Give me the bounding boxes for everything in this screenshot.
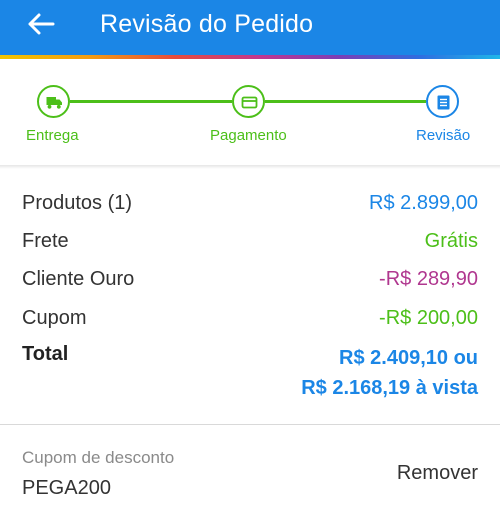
coupon-label: Cupom [22,307,87,329]
coupon-value: -R$ 200,00 [379,307,478,329]
truck-icon [46,97,62,109]
summary-row-coupon: Cupom -R$ 200,00 [22,307,478,335]
step-label-pagamento: Pagamento [210,127,287,144]
stepper-line-done [265,100,426,103]
summary-row-shipping: Frete Grátis [22,230,478,258]
summary-row-products: Produtos (1) R$ 2.899,00 [22,192,478,220]
shipping-value: Grátis [424,230,478,252]
summary-row-gold-client: Cliente Ouro -R$ 289,90 [22,268,478,296]
stepper-shadow [0,165,500,169]
shipping-label: Frete [22,230,69,252]
total-installment-price: R$ 2.409,10 ou [339,347,478,369]
arrow-left-icon [28,13,55,35]
total-cash-price: R$ 2.168,19 à vista [301,377,478,399]
checkout-stepper: Entrega Pagamento Revisão [0,59,500,165]
total-label: Total [22,343,69,365]
section-divider [0,424,500,425]
products-label: Produtos (1) [22,192,133,214]
step-pagamento[interactable] [232,85,265,118]
discount-coupon-code: PEGA200 [22,477,111,499]
step-revisao[interactable] [426,85,459,118]
products-value: R$ 2.899,00 [369,192,478,214]
remove-coupon-button[interactable]: Remover [397,462,478,485]
gold-client-value: -R$ 289,90 [379,268,478,290]
total-value: R$ 2.409,10 ou R$ 2.168,19 à vista [301,343,478,403]
stepper-line-done [70,100,232,103]
gold-client-label: Cliente Ouro [22,268,135,290]
receipt-icon [437,95,450,110]
step-entrega[interactable] [37,85,70,118]
step-label-entrega: Entrega [26,127,79,144]
app-bar: Revisão do Pedido [0,0,500,55]
discount-coupon-label: Cupom de desconto [22,448,175,467]
page-title: Revisão do Pedido [100,10,314,38]
credit-card-icon [241,96,258,109]
step-label-revisao: Revisão [416,127,471,144]
back-button[interactable] [22,8,62,40]
